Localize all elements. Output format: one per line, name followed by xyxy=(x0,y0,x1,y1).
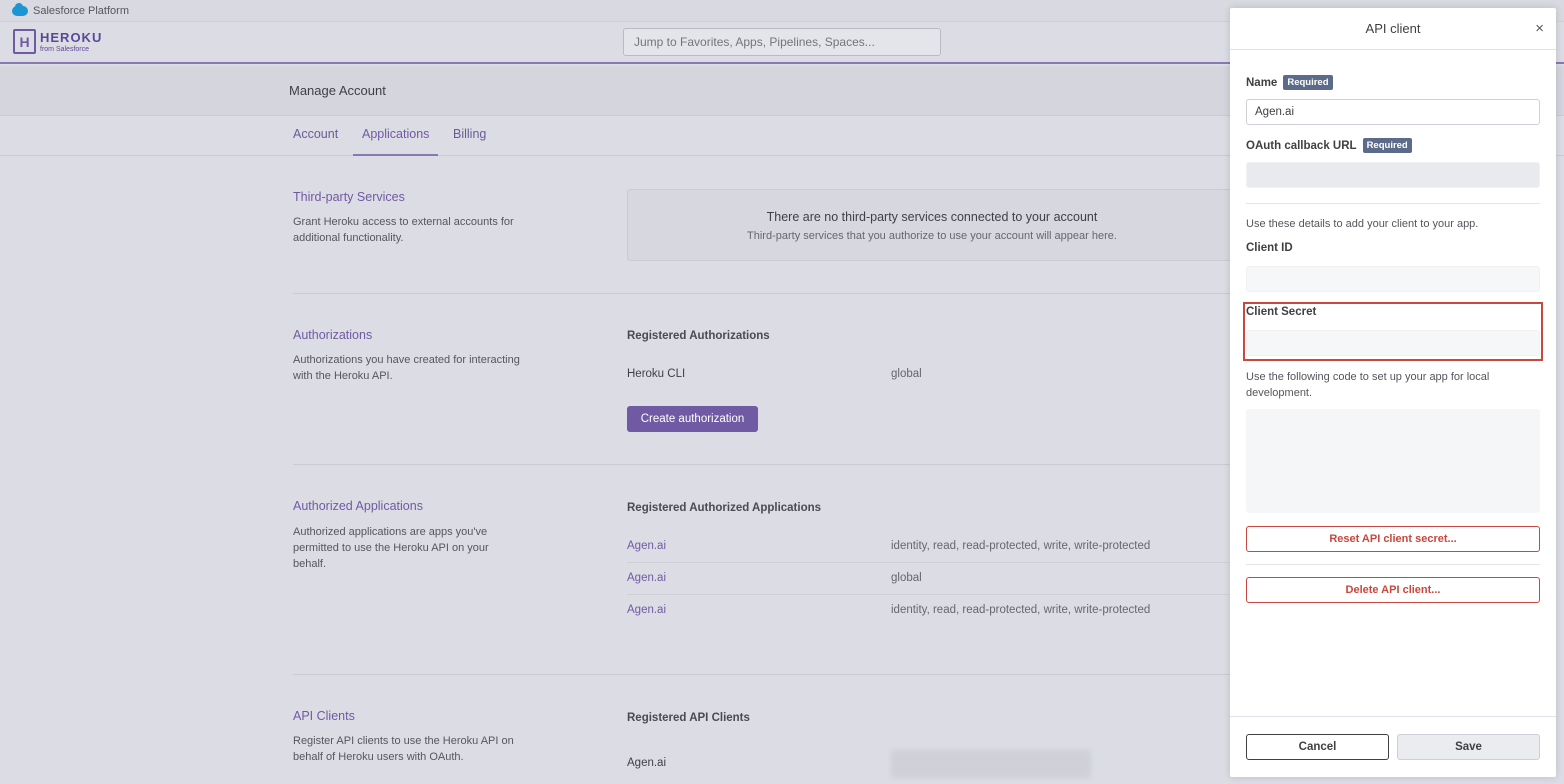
panel-divider xyxy=(1246,564,1540,565)
callback-label: OAuth callback URL Required xyxy=(1246,138,1412,153)
required-badge: Required xyxy=(1283,75,1333,90)
api-clients-desc: Register API clients to use the Heroku A… xyxy=(293,735,514,763)
api-client-name[interactable]: Agen.ai xyxy=(627,757,666,769)
panel-title: API client xyxy=(1365,21,1421,36)
client-secret-label: Client Secret xyxy=(1246,306,1316,318)
create-authorization-button[interactable]: Create authorization xyxy=(627,406,758,432)
page-title: Manage Account xyxy=(289,83,386,98)
salesforce-cloud-icon xyxy=(12,2,28,16)
close-icon[interactable]: × xyxy=(1535,8,1544,50)
name-label: Name Required xyxy=(1246,75,1333,90)
code-text: Use the following code to set up your ap… xyxy=(1246,371,1490,399)
authorizations-table-head: Registered Authorizations xyxy=(627,330,770,342)
section-divider xyxy=(293,674,1233,675)
third-party-desc: Grant Heroku access to external accounts… xyxy=(293,216,514,244)
client-id-label-text: Client ID xyxy=(1246,242,1293,254)
panel-footer: Cancel Save xyxy=(1230,716,1556,777)
authorized-app-scope: identity, read, read-protected, write, w… xyxy=(891,604,1151,616)
authorization-name[interactable]: Heroku CLI xyxy=(627,368,685,380)
third-party-empty-title: There are no third-party services connec… xyxy=(766,210,1098,224)
api-clients-title: API Clients xyxy=(293,709,355,723)
required-badge: Required xyxy=(1362,138,1412,153)
global-search-input[interactable] xyxy=(623,28,941,56)
save-button[interactable]: Save xyxy=(1397,734,1540,760)
section-divider xyxy=(293,464,1233,465)
authorized-app-name[interactable]: Agen.ai xyxy=(627,572,666,584)
heroku-logo[interactable]: H HEROKU from Salesforce xyxy=(13,29,102,54)
reset-secret-button[interactable]: Reset API client secret... xyxy=(1246,526,1540,552)
details-text: Use these details to add your client to … xyxy=(1246,218,1479,230)
heroku-logo-sub: from Salesforce xyxy=(40,45,90,53)
client-id-field-redacted xyxy=(1246,266,1540,292)
api-client-callback-redacted xyxy=(891,750,1091,778)
tab-account[interactable]: Account xyxy=(293,127,338,156)
authorization-scope: global xyxy=(891,368,922,380)
panel-header: API client × xyxy=(1230,8,1556,50)
tab-applications[interactable]: Applications xyxy=(353,127,439,156)
third-party-empty-desc: Third-party services that you authorize … xyxy=(747,230,1117,242)
row-divider xyxy=(627,562,1237,563)
authorized-app-scope: identity, read, read-protected, write, w… xyxy=(891,540,1151,552)
third-party-title: Third-party Services xyxy=(293,190,405,204)
name-label-text: Name xyxy=(1246,76,1278,89)
authorizations-desc: Authorizations you have created for inte… xyxy=(293,354,520,382)
authorized-apps-title: Authorized Applications xyxy=(293,499,423,513)
heroku-logo-icon: H xyxy=(13,29,36,54)
panel-divider xyxy=(1246,203,1540,204)
tab-billing[interactable]: Billing xyxy=(453,127,486,156)
client-secret-label-text: Client Secret xyxy=(1246,306,1317,318)
authorized-app-name[interactable]: Agen.ai xyxy=(627,604,666,616)
row-divider xyxy=(627,594,1237,595)
callback-label-text: OAuth callback URL xyxy=(1246,139,1357,152)
authorized-apps-desc: Authorized applications are apps you've … xyxy=(293,526,489,570)
authorized-app-scope: global xyxy=(891,572,922,584)
authorizations-title: Authorizations xyxy=(293,328,373,342)
api-client-panel: API client × Name Required Agen.ai OAuth… xyxy=(1230,8,1556,777)
cancel-button[interactable]: Cancel xyxy=(1246,734,1389,760)
local-dev-code-redacted xyxy=(1246,409,1540,513)
api-clients-table-head: Registered API Clients xyxy=(627,712,750,724)
authorized-app-name[interactable]: Agen.ai xyxy=(627,540,666,552)
heroku-logo-name: HEROKU xyxy=(40,29,103,45)
client-id-label: Client ID xyxy=(1246,242,1293,254)
client-secret-field-redacted xyxy=(1246,330,1540,356)
delete-client-button[interactable]: Delete API client... xyxy=(1246,577,1540,603)
salesforce-brand: Salesforce Platform xyxy=(33,4,129,17)
section-divider xyxy=(293,293,1233,294)
third-party-empty-state: There are no third-party services connec… xyxy=(627,189,1237,261)
authorized-apps-table-head: Registered Authorized Applications xyxy=(627,502,822,514)
name-field[interactable]: Agen.ai xyxy=(1246,99,1540,125)
callback-url-field-redacted[interactable] xyxy=(1246,162,1540,188)
